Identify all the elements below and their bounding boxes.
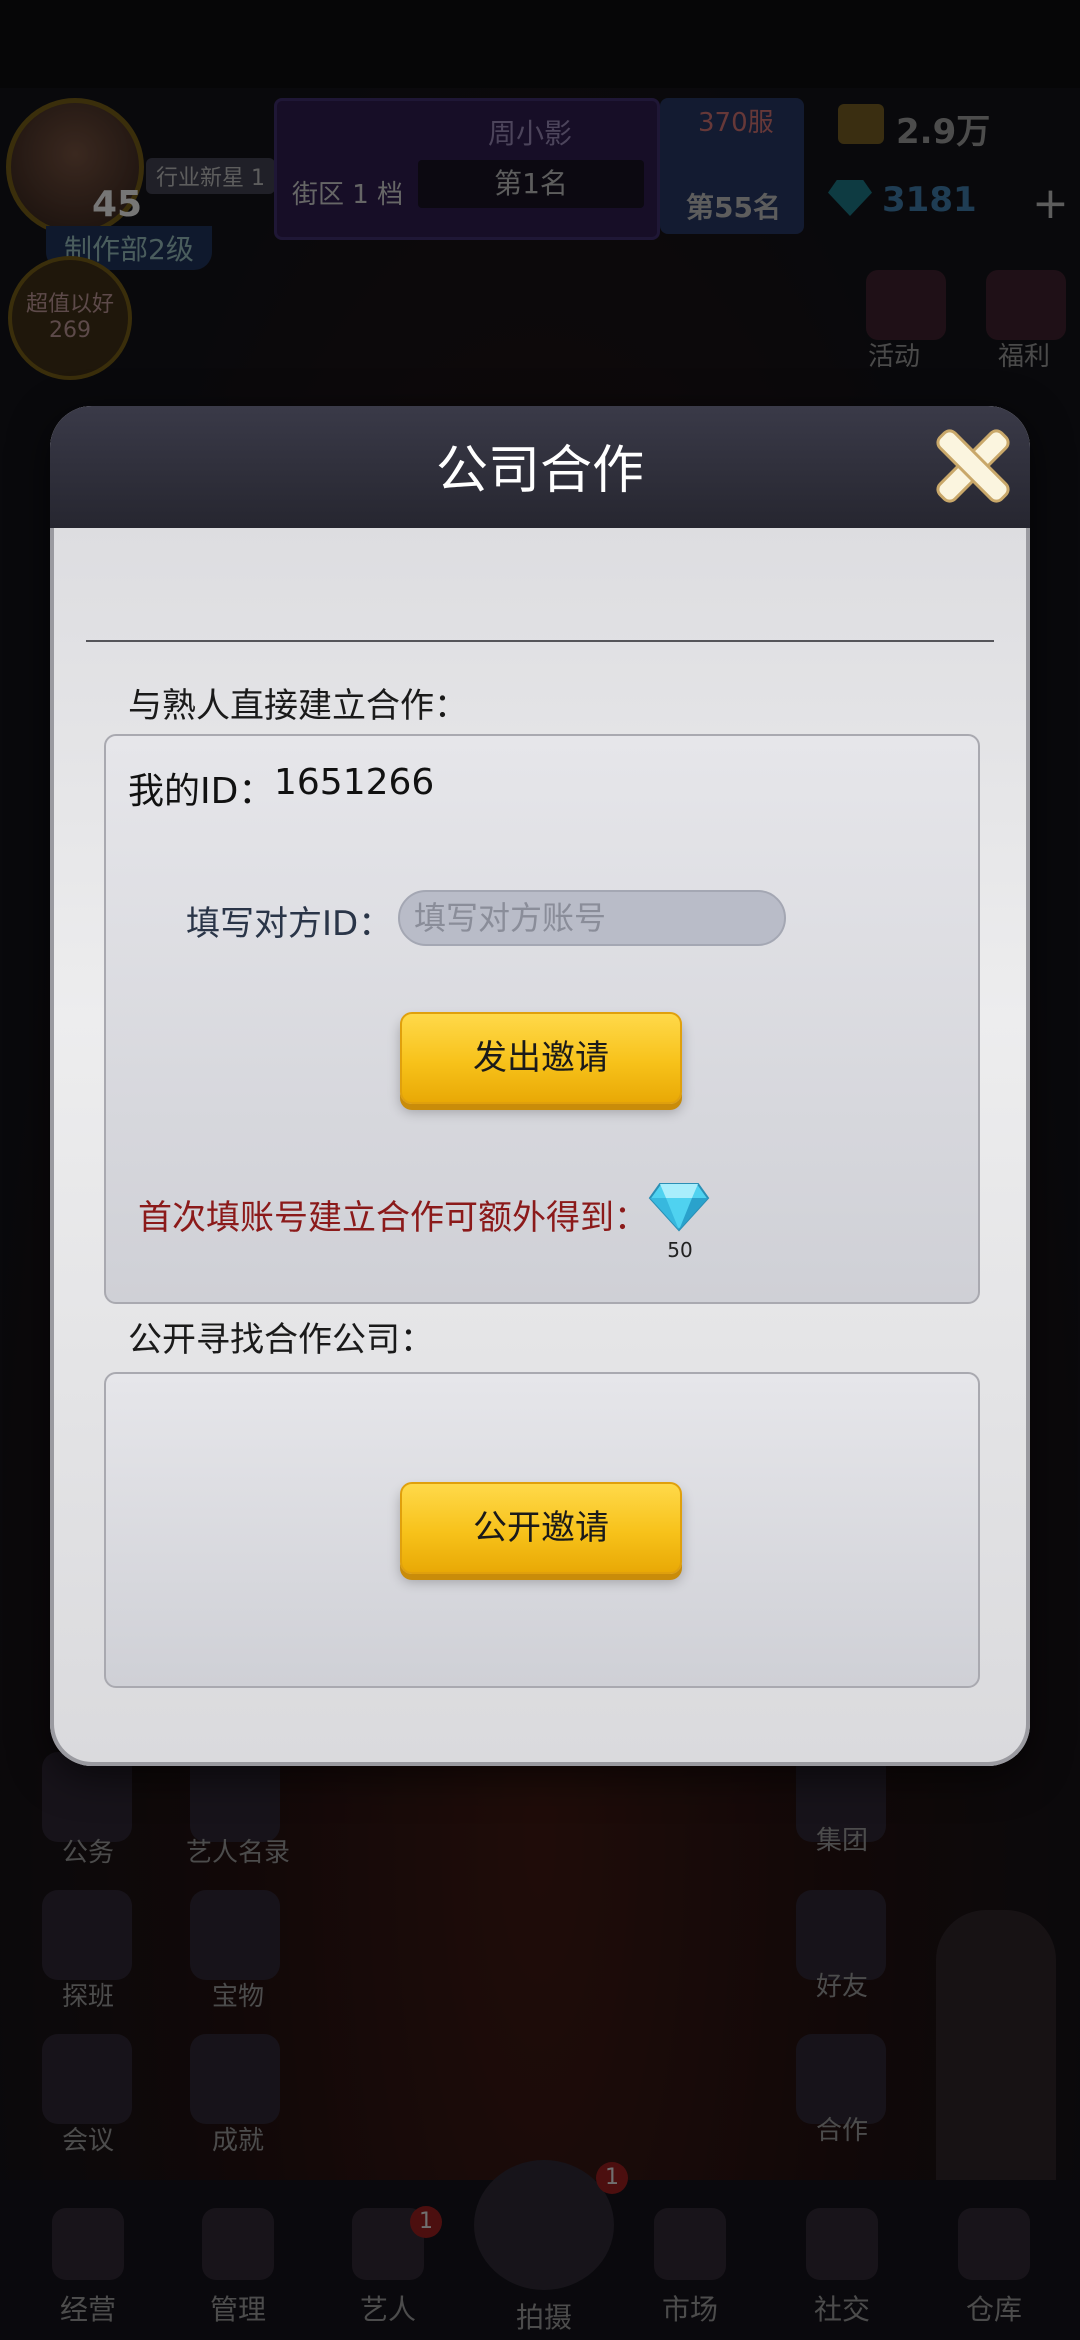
- my-id-label: 我的ID：: [128, 771, 275, 812]
- my-id-value: 1651266: [274, 762, 435, 803]
- bonus-gem-count: 50: [667, 1238, 693, 1262]
- public-section-label: 公开寻找合作公司：: [128, 1320, 434, 1360]
- close-icon[interactable]: [934, 428, 1010, 504]
- public-invite-button[interactable]: 公开邀请: [400, 1482, 682, 1574]
- bonus-text: 首次填账号建立合作可额外得到：: [138, 1198, 648, 1238]
- friend-id-label: 填写对方ID：: [186, 904, 393, 944]
- direct-section-label: 与熟人直接建立合作：: [128, 686, 468, 726]
- dialog-title: 公司合作: [435, 441, 644, 501]
- friend-id-input[interactable]: [398, 890, 786, 946]
- send-invite-button[interactable]: 发出邀请: [400, 1012, 682, 1104]
- header-divider: [86, 640, 994, 642]
- cooperation-dialog: 公司合作 与熟人直接建立合作： 我的ID： 1651266 填写对方ID： 发出…: [50, 406, 1030, 1766]
- diamond-icon: [648, 1183, 710, 1232]
